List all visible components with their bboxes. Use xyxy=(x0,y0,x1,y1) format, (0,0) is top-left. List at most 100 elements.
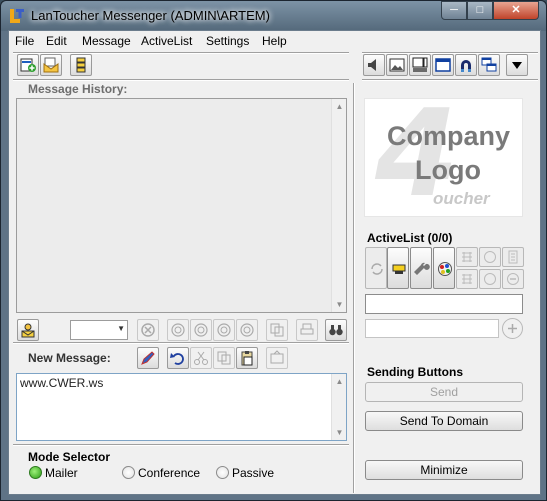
message-input[interactable]: www.CWER.ws ▲ ▼ xyxy=(16,373,347,441)
activelist-globe-2-button[interactable] xyxy=(479,269,501,289)
attach-icon xyxy=(270,350,284,364)
open-mail-button[interactable] xyxy=(40,54,62,76)
menu-activelist[interactable]: ActiveList xyxy=(141,34,192,48)
window-button[interactable] xyxy=(432,54,454,76)
vertical-divider xyxy=(353,83,355,493)
globe-icon xyxy=(484,273,496,285)
minus-circle-icon xyxy=(507,273,519,285)
more-dropdown-button[interactable] xyxy=(506,54,528,76)
activelist-input[interactable] xyxy=(365,294,523,314)
copy-button[interactable] xyxy=(213,347,235,369)
send-to-domain-button[interactable]: Send To Domain xyxy=(365,411,523,431)
mode-passive-radio[interactable] xyxy=(216,466,229,479)
history-option-4-button[interactable] xyxy=(236,319,258,341)
minimize-window-button[interactable]: ─ xyxy=(441,1,467,20)
refresh-icon xyxy=(371,263,383,275)
mode-conference-label[interactable]: Conference xyxy=(138,466,200,480)
sound-button[interactable] xyxy=(363,54,385,76)
document-icon xyxy=(508,250,518,264)
scroll-up-icon[interactable]: ▲ xyxy=(332,374,347,389)
menu-help[interactable]: Help xyxy=(262,34,287,48)
client-area: File Edit Message ActiveList Settings He… xyxy=(8,30,541,495)
mode-mailer-label[interactable]: Mailer xyxy=(45,466,78,480)
window-title: LanToucher Messenger (ADMIN\ARTEM) xyxy=(31,8,270,23)
history-option-2-button[interactable] xyxy=(190,319,212,341)
title-bar[interactable]: LanToucher Messenger (ADMIN\ARTEM) ─ □ ✕ xyxy=(1,1,546,31)
message-scrollbar[interactable]: ▲ ▼ xyxy=(331,374,346,440)
plus-circle-icon xyxy=(508,324,517,333)
menu-edit[interactable]: Edit xyxy=(46,34,67,48)
logo-logo-text: Logo xyxy=(415,155,481,185)
close-window-button[interactable]: ✕ xyxy=(493,1,539,20)
send-file-button[interactable] xyxy=(266,347,288,369)
activelist-add-button[interactable] xyxy=(502,318,523,339)
clear-history-button[interactable] xyxy=(137,319,159,341)
menu-file[interactable]: File xyxy=(15,34,34,48)
picture-button[interactable] xyxy=(386,54,408,76)
activelist-globe-1-button[interactable] xyxy=(479,247,501,267)
activelist-remove-button[interactable] xyxy=(502,269,524,289)
logo-company-text: Company xyxy=(387,121,511,151)
scroll-up-icon[interactable]: ▲ xyxy=(332,99,347,114)
activelist-doc-button[interactable] xyxy=(502,247,524,267)
menu-message[interactable]: Message xyxy=(82,34,131,48)
activelist-grid-1-button[interactable] xyxy=(456,247,478,267)
message-history-area[interactable]: ▲ ▼ xyxy=(16,98,347,313)
history-scrollbar[interactable]: ▲ ▼ xyxy=(331,99,346,312)
binoculars-icon xyxy=(329,325,343,336)
activelist-users-button[interactable] xyxy=(387,247,409,289)
globe-icon xyxy=(171,323,185,337)
activelist-refresh-button[interactable] xyxy=(365,247,387,289)
print-history-button[interactable] xyxy=(296,319,318,341)
window-add-icon xyxy=(20,58,36,72)
copy-icon xyxy=(270,323,284,337)
menu-bar: File Edit Message ActiveList Settings He… xyxy=(9,31,540,51)
history-option-3-button[interactable] xyxy=(213,319,235,341)
history-filter-select[interactable]: ▼ xyxy=(70,320,128,340)
copy-icon xyxy=(217,351,231,365)
cascade-icon xyxy=(481,57,497,72)
user-card-icon xyxy=(392,264,406,274)
activelist-colors-button[interactable] xyxy=(433,247,455,289)
chevron-down-icon: ▼ xyxy=(117,324,125,333)
cut-button[interactable] xyxy=(190,347,212,369)
scissors-icon xyxy=(194,351,208,365)
new-message-window-button[interactable] xyxy=(17,54,39,76)
send-button[interactable]: Send xyxy=(365,382,523,402)
scroll-down-icon[interactable]: ▼ xyxy=(332,425,347,440)
find-button[interactable] xyxy=(325,319,347,341)
maximize-window-button[interactable]: □ xyxy=(467,1,493,20)
minimize-button[interactable]: Minimize xyxy=(365,460,523,480)
globe-icon xyxy=(217,323,231,337)
print-icon xyxy=(300,323,314,335)
contact-mail-button[interactable] xyxy=(17,319,39,341)
activelist-tools-button[interactable] xyxy=(410,247,432,289)
undo-button[interactable] xyxy=(167,347,189,369)
sending-buttons-label: Sending Buttons xyxy=(367,365,463,379)
cascade-windows-button[interactable] xyxy=(478,54,500,76)
list-view-button[interactable] xyxy=(70,54,92,76)
magnet-button[interactable] xyxy=(455,54,477,76)
envelope-open-icon xyxy=(43,57,59,73)
separator xyxy=(13,79,349,81)
menu-settings[interactable]: Settings xyxy=(206,34,249,48)
history-option-1-button[interactable] xyxy=(167,319,189,341)
monitor-icon xyxy=(412,57,428,72)
pen-button[interactable] xyxy=(137,347,159,369)
mode-passive-label[interactable]: Passive xyxy=(232,466,274,480)
mode-conference-radio[interactable] xyxy=(122,466,135,479)
activelist-add-input[interactable] xyxy=(365,319,499,338)
scroll-down-icon[interactable]: ▼ xyxy=(332,297,347,312)
separator xyxy=(13,444,349,446)
display-button[interactable] xyxy=(409,54,431,76)
activelist-grid-2-button[interactable] xyxy=(456,269,478,289)
palette-icon xyxy=(438,262,452,276)
window-icon xyxy=(435,58,451,72)
paste-button[interactable] xyxy=(236,347,258,369)
copy-history-button[interactable] xyxy=(266,319,288,341)
grid-icon xyxy=(462,252,472,262)
logo-sub-text: oucher xyxy=(433,189,490,208)
new-message-label: New Message: xyxy=(28,351,111,365)
separator xyxy=(13,342,349,344)
mode-mailer-radio[interactable] xyxy=(29,466,42,479)
